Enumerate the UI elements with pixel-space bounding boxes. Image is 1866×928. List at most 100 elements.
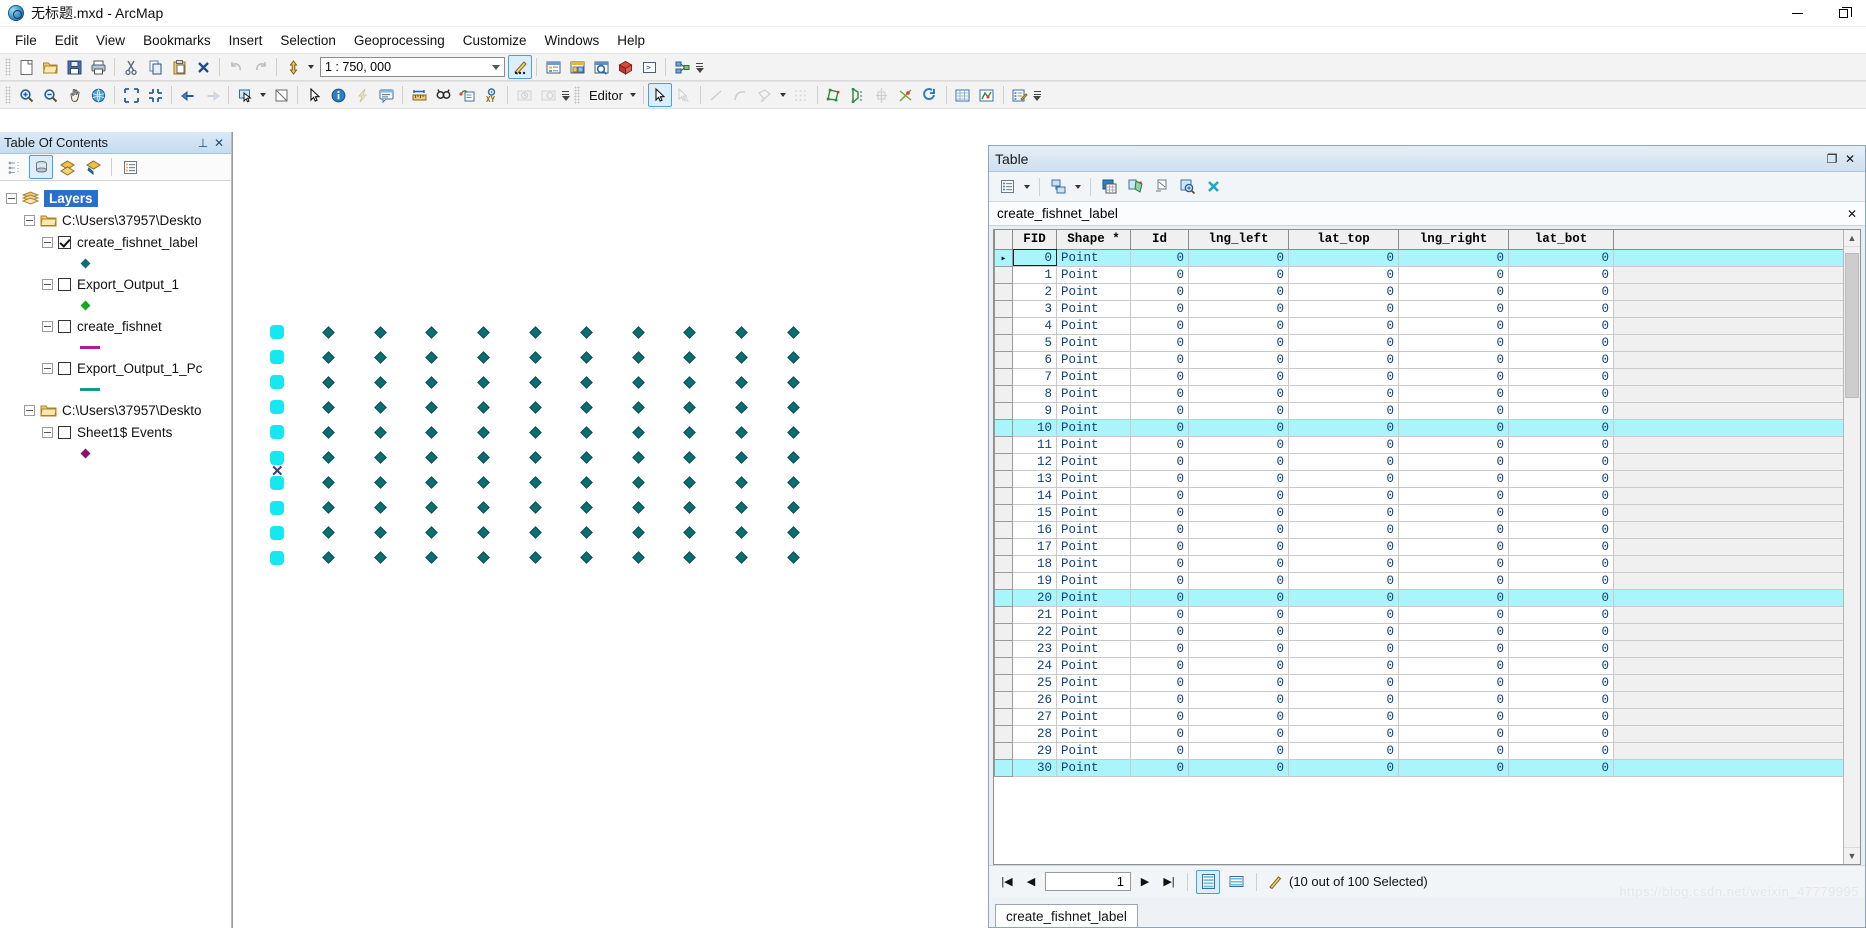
reshape-icon[interactable] bbox=[846, 83, 870, 107]
standard-toolbar-overflow[interactable] bbox=[694, 55, 705, 79]
cell-id[interactable]: 0 bbox=[1130, 248, 1189, 267]
toolbar-grip[interactable] bbox=[5, 58, 11, 76]
table-row[interactable]: 15 Point 0 0 0 0 0 bbox=[994, 503, 1843, 522]
forward-extent-icon[interactable] bbox=[200, 83, 224, 107]
cell-lat-top[interactable]: 0 bbox=[1288, 758, 1399, 777]
cell-fid[interactable]: 24 bbox=[1012, 656, 1057, 675]
cell-shape[interactable]: Point bbox=[1056, 401, 1131, 420]
map-point[interactable] bbox=[375, 352, 386, 363]
cell-shape[interactable]: Point bbox=[1056, 690, 1131, 709]
cell-lat-top[interactable]: 0 bbox=[1288, 401, 1399, 420]
table-row[interactable]: 22 Point 0 0 0 0 0 bbox=[994, 622, 1843, 641]
map-point-selected[interactable] bbox=[271, 351, 283, 364]
cell-shape[interactable]: Point bbox=[1056, 333, 1131, 352]
row-selector-cell[interactable] bbox=[994, 265, 1013, 284]
row-selector-cell[interactable] bbox=[994, 418, 1013, 437]
cell-fid[interactable]: 7 bbox=[1012, 367, 1057, 386]
cut-icon[interactable] bbox=[119, 55, 143, 79]
cell-lat-top[interactable]: 0 bbox=[1288, 452, 1399, 471]
cell-lng-right[interactable]: 0 bbox=[1398, 758, 1509, 777]
cell-lng-right[interactable]: 0 bbox=[1398, 588, 1509, 607]
map-point[interactable] bbox=[426, 477, 437, 488]
cell-lng-right[interactable]: 0 bbox=[1398, 690, 1509, 709]
cell-fid[interactable]: 4 bbox=[1012, 316, 1057, 335]
map-point[interactable] bbox=[375, 402, 386, 413]
expander-icon[interactable] bbox=[42, 278, 53, 290]
cell-fid[interactable]: 19 bbox=[1012, 571, 1057, 590]
cell-shape[interactable]: Point bbox=[1056, 537, 1131, 556]
table-row[interactable]: 30 Point 0 0 0 0 0 bbox=[994, 758, 1843, 777]
table-row[interactable]: 19 Point 0 0 0 0 0 bbox=[994, 571, 1843, 590]
cell-lng-left[interactable]: 0 bbox=[1188, 622, 1289, 641]
cell-lat-bot[interactable]: 0 bbox=[1508, 537, 1614, 556]
map-point-selected[interactable] bbox=[271, 326, 283, 338]
cell-lat-top[interactable]: 0 bbox=[1288, 554, 1399, 573]
paste-icon[interactable] bbox=[167, 55, 191, 79]
column-header-lng-right[interactable]: lng_right bbox=[1398, 230, 1509, 250]
cell-shape[interactable]: Point bbox=[1056, 452, 1131, 471]
cell-shape[interactable]: Point bbox=[1056, 469, 1131, 488]
cell-id[interactable]: 0 bbox=[1130, 452, 1189, 471]
map-point[interactable] bbox=[633, 377, 644, 388]
map-point[interactable] bbox=[633, 327, 644, 337]
redo-icon[interactable] bbox=[248, 55, 272, 79]
map-point[interactable] bbox=[581, 352, 592, 363]
row-selector-cell[interactable] bbox=[994, 724, 1013, 743]
map-point[interactable] bbox=[684, 502, 695, 513]
toc-group-path-2[interactable]: C:\Users\37957\Deskto bbox=[4, 399, 231, 421]
point-tool-icon[interactable] bbox=[789, 83, 813, 107]
map-point[interactable] bbox=[581, 427, 592, 438]
cell-shape[interactable]: Point bbox=[1056, 741, 1131, 760]
table-row[interactable]: 2 Point 0 0 0 0 0 bbox=[994, 282, 1843, 301]
cell-lng-left[interactable]: 0 bbox=[1188, 384, 1289, 403]
cell-lng-right[interactable]: 0 bbox=[1398, 316, 1509, 335]
table-row[interactable]: ▸ 0 Point 0 0 0 0 0 bbox=[994, 248, 1843, 267]
row-selector-cell[interactable] bbox=[994, 486, 1013, 505]
cell-fid[interactable]: 17 bbox=[1012, 537, 1057, 556]
map-point[interactable] bbox=[581, 452, 592, 463]
cell-lng-right[interactable]: 0 bbox=[1398, 350, 1509, 369]
expander-icon[interactable] bbox=[6, 192, 17, 204]
cell-lat-bot[interactable]: 0 bbox=[1508, 486, 1614, 505]
menu-file[interactable]: File bbox=[6, 30, 46, 51]
tools-toolbar-overflow[interactable] bbox=[560, 83, 571, 107]
clear-selection-icon[interactable] bbox=[269, 83, 293, 107]
cell-lat-bot[interactable]: 0 bbox=[1508, 435, 1614, 454]
cell-shape[interactable]: Point bbox=[1056, 707, 1131, 726]
back-extent-icon[interactable] bbox=[176, 83, 200, 107]
map-point[interactable] bbox=[530, 527, 540, 538]
map-point[interactable] bbox=[323, 427, 334, 438]
options-icon[interactable] bbox=[118, 155, 142, 179]
toc-layer-create-fishnet-label[interactable]: create_fishnet_label bbox=[4, 231, 231, 253]
map-point[interactable] bbox=[788, 527, 798, 538]
maximize-icon[interactable]: ❐ bbox=[1823, 152, 1841, 166]
map-point[interactable] bbox=[426, 527, 437, 538]
row-selector-cell[interactable] bbox=[994, 316, 1013, 335]
cell-shape[interactable]: Point bbox=[1056, 503, 1131, 522]
cell-lng-left[interactable]: 0 bbox=[1188, 758, 1289, 777]
rotate-icon[interactable] bbox=[894, 83, 918, 107]
attributes-icon[interactable] bbox=[918, 83, 942, 107]
cell-lat-bot[interactable]: 0 bbox=[1508, 741, 1614, 760]
cell-id[interactable]: 0 bbox=[1130, 282, 1189, 301]
cell-id[interactable]: 0 bbox=[1130, 707, 1189, 726]
list-by-source-icon[interactable] bbox=[29, 155, 53, 179]
editor-toolbar-grip[interactable] bbox=[574, 86, 580, 104]
edit-tool-icon[interactable] bbox=[647, 83, 672, 107]
cell-lat-top[interactable]: 0 bbox=[1288, 741, 1399, 760]
column-header-lat-bot[interactable]: lat_bot bbox=[1508, 230, 1614, 250]
cell-id[interactable]: 0 bbox=[1130, 384, 1189, 403]
map-point[interactable] bbox=[633, 527, 644, 538]
menu-geoprocessing[interactable]: Geoprocessing bbox=[345, 30, 454, 51]
row-selector-cell[interactable] bbox=[994, 588, 1013, 607]
hyperlink-icon[interactable] bbox=[350, 83, 374, 107]
map-point[interactable] bbox=[323, 552, 334, 563]
row-selector-cell[interactable] bbox=[994, 384, 1013, 403]
cell-fid[interactable]: 25 bbox=[1012, 673, 1057, 692]
cell-shape[interactable]: Point bbox=[1056, 656, 1131, 675]
open-icon[interactable] bbox=[38, 55, 62, 79]
cell-lng-right[interactable]: 0 bbox=[1398, 435, 1509, 454]
cell-lat-top[interactable]: 0 bbox=[1288, 384, 1399, 403]
cell-lng-left[interactable]: 0 bbox=[1188, 299, 1289, 318]
fixed-zoom-in-icon[interactable] bbox=[119, 83, 143, 107]
